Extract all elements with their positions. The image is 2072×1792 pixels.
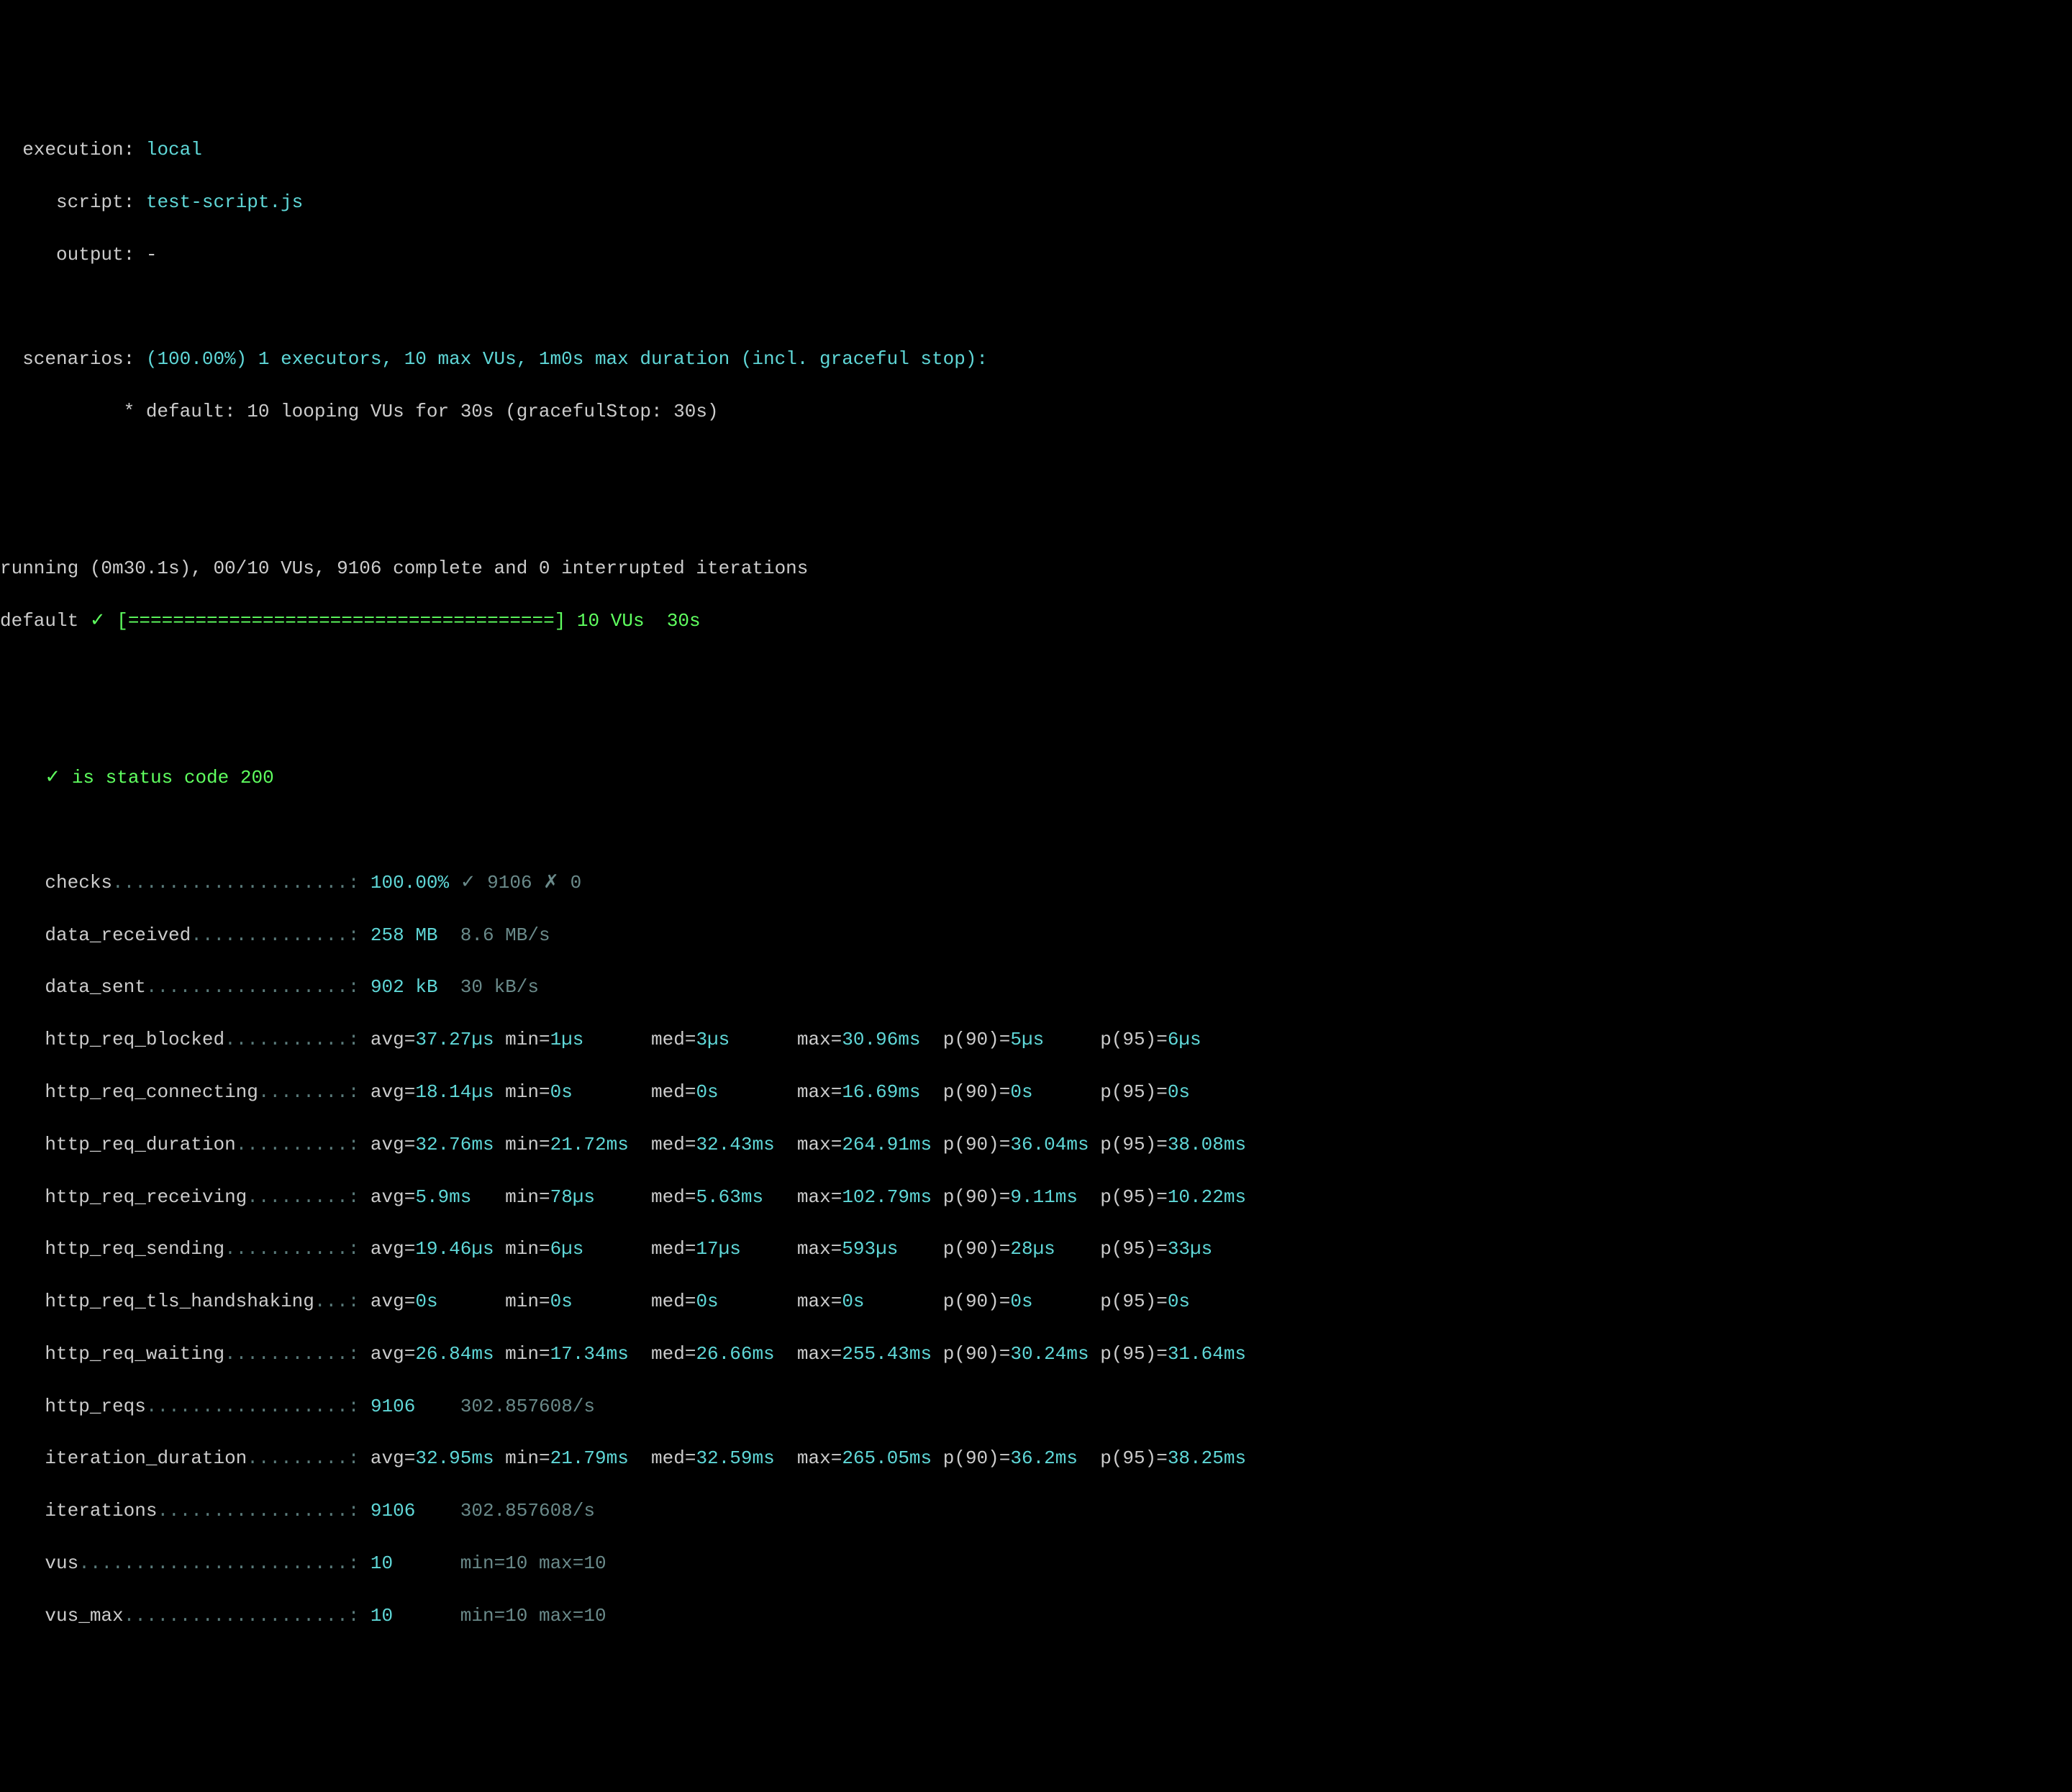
metric-data-sent: data_sent..................: 902 kB 30 k… — [0, 974, 2072, 1000]
check-icon: ✓ — [460, 872, 476, 893]
progress-bar: default ✓ [=============================… — [0, 608, 2072, 634]
x-icon: ✗ — [543, 872, 559, 893]
metric-checks: checks.....................: 100.00% ✓ 9… — [0, 870, 2072, 896]
running-status: running (0m30.1s), 00/10 VUs, 9106 compl… — [0, 555, 2072, 581]
metric-vus-max: vus_max....................: 10 min=10 m… — [0, 1603, 2072, 1629]
check-icon: ✓ — [90, 610, 106, 632]
check-icon: ✓ — [45, 767, 60, 788]
metric-http-req-duration: http_req_duration..........: avg=32.76ms… — [0, 1132, 2072, 1157]
metric-http-req-connecting: http_req_connecting........: avg=18.14µs… — [0, 1079, 2072, 1105]
status-check: ✓ is status code 200 — [0, 765, 2072, 791]
metric-http-req-receiving: http_req_receiving.........: avg=5.9ms m… — [0, 1184, 2072, 1210]
scenarios-summary: scenarios: (100.00%) 1 executors, 10 max… — [0, 346, 2072, 372]
header-script: script: test-script.js — [0, 189, 2072, 215]
metric-http-req-waiting: http_req_waiting...........: avg=26.84ms… — [0, 1341, 2072, 1367]
metric-http-req-blocked: http_req_blocked...........: avg=37.27µs… — [0, 1027, 2072, 1052]
metric-http-req-tls-handshaking: http_req_tls_handshaking...: avg=0s min=… — [0, 1288, 2072, 1314]
metric-http-reqs: http_reqs..................: 9106 302.85… — [0, 1393, 2072, 1419]
scenarios-detail: * default: 10 looping VUs for 30s (grace… — [0, 399, 2072, 424]
header-execution: execution: local — [0, 137, 2072, 163]
metric-data-received: data_received..............: 258 MB 8.6 … — [0, 922, 2072, 948]
terminal-output: execution: local script: test-script.js … — [0, 111, 2072, 1655]
metric-iteration-duration: iteration_duration.........: avg=32.95ms… — [0, 1445, 2072, 1471]
metric-vus: vus........................: 10 min=10 m… — [0, 1550, 2072, 1576]
metric-http-req-sending: http_req_sending...........: avg=19.46µs… — [0, 1236, 2072, 1262]
metric-iterations: iterations.................: 9106 302.85… — [0, 1498, 2072, 1524]
header-output: output: - — [0, 242, 2072, 268]
